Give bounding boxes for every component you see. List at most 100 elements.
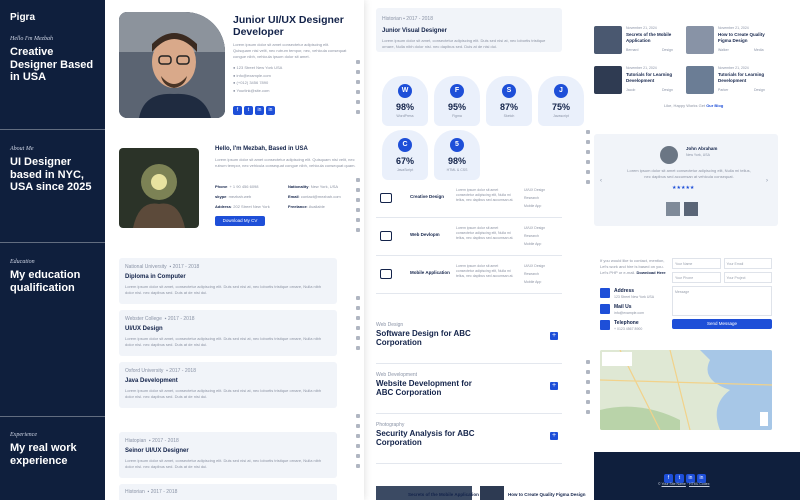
field-value: mezbah.web xyxy=(228,194,252,199)
hero-bio: Lorem ipsum dolor sit amet consectetur a… xyxy=(233,42,347,59)
project-input[interactable]: Your Project xyxy=(723,272,772,283)
service-row[interactable]: Web Devlopm Lorem ipsum dolor sit amet co… xyxy=(376,218,562,256)
blog-card[interactable]: November 21, 2024 Tutorials for Learning … xyxy=(686,64,774,100)
name-input[interactable]: Your Name xyxy=(672,258,721,269)
field-label: Phone xyxy=(215,184,228,189)
briefcase-icon[interactable] xyxy=(356,444,360,448)
about-photo xyxy=(119,148,199,228)
book-icon[interactable] xyxy=(356,198,360,202)
phone-icon xyxy=(600,320,610,330)
portfolio-item[interactable]: Web Design Software Design for ABC Corpor… xyxy=(376,320,562,364)
grid-icon[interactable] xyxy=(356,336,360,340)
twitter-icon[interactable]: t xyxy=(244,106,253,115)
location-map[interactable] xyxy=(600,350,772,430)
book-icon[interactable] xyxy=(586,380,590,384)
blog-card[interactable]: November 21, 2024 How to Create Quality F… xyxy=(686,24,774,60)
phone-input[interactable]: Your Phone xyxy=(672,272,721,283)
briefcase-icon[interactable] xyxy=(586,390,590,394)
skill-logo-icon: C xyxy=(398,138,412,152)
education-text: Lorem ipsum dolor sit amet, consectetur … xyxy=(125,284,322,295)
message-textarea[interactable]: Message xyxy=(672,286,772,316)
avatar-thumb[interactable] xyxy=(666,202,680,216)
user-icon[interactable] xyxy=(586,370,590,374)
about-text: Lorem ipsum dolor sit amet consectetur a… xyxy=(215,157,356,168)
profile-photo-image xyxy=(119,12,225,118)
send-message-button[interactable]: Send Message xyxy=(672,319,772,329)
home-icon[interactable] xyxy=(356,296,360,300)
blog-thumb[interactable] xyxy=(480,486,504,500)
user-icon[interactable] xyxy=(356,188,360,192)
blog-more-link[interactable]: Our Blog xyxy=(706,103,723,108)
home-icon[interactable] xyxy=(586,130,590,134)
contact-intro-link[interactable]: Download Here xyxy=(637,270,666,275)
blog-card[interactable]: November 21, 2024 Tutorials for Learning … xyxy=(594,64,682,100)
grid-icon[interactable] xyxy=(586,170,590,174)
mail-icon[interactable] xyxy=(356,464,360,468)
chevron-left-icon[interactable]: ‹ xyxy=(600,178,602,184)
instagram-icon[interactable]: in xyxy=(255,106,264,115)
briefcase-icon[interactable] xyxy=(356,90,360,94)
mail-icon[interactable] xyxy=(356,110,360,114)
blog-card[interactable]: November 21, 2024 Secrets of the Mobile A… xyxy=(594,24,682,60)
user-icon[interactable] xyxy=(356,424,360,428)
home-icon[interactable] xyxy=(356,178,360,182)
brand-logo[interactable]: Pigra xyxy=(10,12,35,23)
plus-icon[interactable]: + xyxy=(550,432,558,440)
footer-codex-link[interactable]: HTML Codex xyxy=(689,482,710,486)
mail-icon[interactable] xyxy=(586,410,590,414)
footer-site-link[interactable]: Your Site Name xyxy=(662,482,686,486)
grid-icon[interactable] xyxy=(586,400,590,404)
linkedin-icon[interactable]: in xyxy=(266,106,275,115)
home-icon[interactable] xyxy=(356,60,360,64)
briefcase-icon[interactable] xyxy=(586,160,590,164)
portfolio-item[interactable]: Photography Security Analysis for ABC Cor… xyxy=(376,420,562,464)
service-name: Mobile Application xyxy=(410,270,450,275)
user-icon[interactable] xyxy=(586,140,590,144)
facebook-icon[interactable]: f xyxy=(233,106,242,115)
contact-phone[interactable]: ● (+012) 3456 7890 xyxy=(233,79,351,87)
mail-icon[interactable] xyxy=(356,346,360,350)
user-icon[interactable] xyxy=(356,70,360,74)
book-icon[interactable] xyxy=(356,316,360,320)
service-name: Web Devlopm xyxy=(410,232,440,237)
education-title: Java Development xyxy=(125,378,178,384)
contact-info-value: 123 Street New York USA xyxy=(614,295,655,299)
book-icon[interactable] xyxy=(356,80,360,84)
service-row[interactable]: Mobile Application Lorem ipsum dolor sit … xyxy=(376,256,562,294)
plus-icon[interactable]: + xyxy=(550,332,558,340)
download-cv-button[interactable]: Download My CV xyxy=(215,216,265,226)
grid-icon[interactable] xyxy=(356,218,360,222)
hero-socials: f t in in xyxy=(233,98,277,116)
mail-icon[interactable] xyxy=(356,228,360,232)
home-icon[interactable] xyxy=(586,360,590,364)
book-icon[interactable] xyxy=(586,150,590,154)
book-icon[interactable] xyxy=(356,434,360,438)
chevron-right-icon[interactable]: › xyxy=(766,178,768,184)
service-row[interactable]: Creative Design Lorem ipsum dolor sit ame… xyxy=(376,180,562,218)
experience-org: Historian ▪ 2017 - 2018 xyxy=(125,489,178,495)
education-text: Lorem ipsum dolor sit amet, consectetur … xyxy=(125,336,322,347)
grid-icon[interactable] xyxy=(356,454,360,458)
avatar-thumb[interactable] xyxy=(684,202,698,216)
about-headline: UI Designer based in NYC, USA since 2025 xyxy=(10,156,92,193)
portfolio-item[interactable]: Web Development Website Development for A… xyxy=(376,370,562,414)
education-year: 2017 - 2018 xyxy=(172,264,200,270)
briefcase-icon[interactable] xyxy=(356,326,360,330)
contact-email[interactable]: ● info@example.com xyxy=(233,72,351,80)
grid-icon[interactable] xyxy=(356,100,360,104)
home-icon[interactable] xyxy=(356,414,360,418)
field-phone: Phone: + 1 90 456 6098 xyxy=(215,184,259,189)
blog-title[interactable]: How to Create Quality Figma Design xyxy=(508,492,586,497)
mail-icon[interactable] xyxy=(586,180,590,184)
contact-link[interactable]: ● Yourlink@site.com xyxy=(233,87,351,95)
user-icon[interactable] xyxy=(356,306,360,310)
briefcase-icon[interactable] xyxy=(356,208,360,212)
blog-date: November 21, 2024 xyxy=(626,26,657,30)
blog-title[interactable]: Secrets of the Mobile Application xyxy=(408,492,479,497)
experience-year: 2017 - 2018 xyxy=(406,16,433,22)
email-input[interactable]: Your Email xyxy=(723,258,772,269)
blog-date: November 21, 2024 xyxy=(718,66,749,70)
side-icon-rail xyxy=(354,296,362,350)
plus-icon[interactable]: + xyxy=(550,382,558,390)
skill-card: 5 98% HTML & CSS xyxy=(434,130,480,180)
